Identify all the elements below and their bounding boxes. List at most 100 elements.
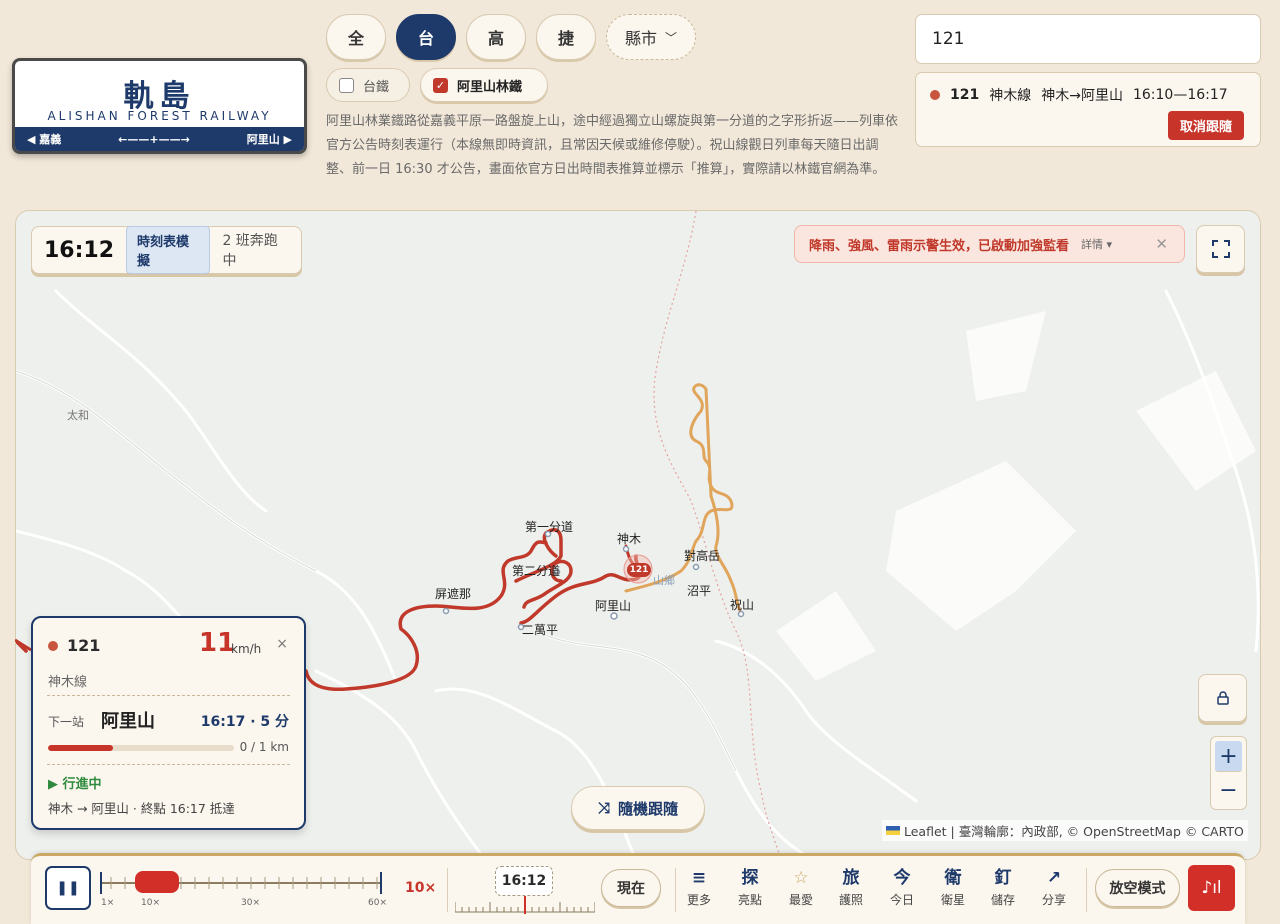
share-label: 分享	[1041, 893, 1066, 907]
current-time: 16:12	[44, 237, 115, 263]
progress-distance: 0 / 1 km	[239, 740, 289, 754]
train-dot-icon	[48, 640, 58, 651]
train-info-card: 121 11 km/h × 神木線 下一站 阿里山 16:17 · 5 分 0 …	[31, 616, 306, 830]
passport-button[interactable]: 旅 護照	[829, 867, 873, 908]
train-route-summary: 神木 → 阿里山 · 終點 16:17 抵達	[48, 801, 235, 816]
map-attribution: Leaflet | 臺灣輪廓：內政部, © OpenStreetMap © CA…	[882, 820, 1248, 841]
alert-details-button[interactable]: 詳情 ▾	[1081, 236, 1112, 252]
next-station-label: 下一站	[48, 715, 85, 729]
zoom-control: + −	[1210, 736, 1247, 810]
progress-fill	[48, 745, 114, 751]
next-station-name: 阿里山	[101, 711, 155, 732]
card-close-button[interactable]: ×	[276, 636, 288, 652]
share-icon: ↗	[1046, 868, 1062, 888]
alishan-checkbox-label: 阿里山林鐵	[457, 79, 523, 95]
save-label: 儲存	[990, 893, 1015, 907]
lock-button[interactable]	[1198, 674, 1247, 722]
tra-checkbox[interactable]: 台鐵	[326, 68, 410, 102]
more-button[interactable]: ≡ 更多	[677, 867, 721, 908]
fullscreen-button[interactable]	[1196, 225, 1245, 273]
logo-left-station: ◀ 嘉義	[27, 133, 62, 146]
music-icon: ♪ıl	[1201, 878, 1222, 898]
cancel-follow-button[interactable]: 取消跟隨	[1167, 111, 1244, 140]
speed-slider-thumb	[135, 871, 179, 893]
more-label: 更多	[686, 893, 711, 907]
zoom-out-button[interactable]: −	[1211, 772, 1246, 809]
map-label-shenmu: 神木	[617, 532, 642, 546]
train-dot-icon	[930, 90, 940, 100]
filter-all-button[interactable]: 全	[326, 14, 386, 60]
zoom-in-button[interactable]: +	[1215, 741, 1242, 772]
map-label-taihe: 太和	[67, 409, 89, 422]
random-follow-label: 隨機跟隨	[618, 799, 679, 818]
favorites-button[interactable]: ☆ 最愛	[779, 867, 823, 908]
chevron-down-icon: ﹀	[665, 30, 678, 45]
tracked-train-row[interactable]: 121 神木線 神木→阿里山 16:10—16:17	[930, 85, 1228, 105]
explore-icon: 探	[741, 868, 759, 888]
alert-text: 降雨、強風、雷雨示警生效，已啟動加強監看	[809, 238, 1070, 254]
tracked-train-no: 121	[950, 87, 980, 103]
ambient-mode-button[interactable]: 放空模式	[1095, 869, 1180, 907]
today-icon: 今	[893, 868, 911, 888]
favorites-label: 最愛	[788, 893, 813, 907]
card-train-no: 121	[67, 636, 101, 655]
tracked-time: 16:10—16:17	[1132, 87, 1228, 103]
attribution-text: Leaflet | 臺灣輪廓：內政部, © OpenStreetMap © CA…	[904, 824, 1244, 839]
app-logo: 軌島 ALISHAN FOREST RAILWAY ◀ 嘉義 ←——+——→ 阿…	[12, 58, 307, 154]
star-icon: ☆	[793, 868, 809, 888]
progress-bar	[48, 745, 234, 751]
logo-right-station: 阿里山 ▶	[246, 133, 292, 146]
train-marker-121[interactable]: 121	[627, 563, 651, 577]
today-button[interactable]: 今 今日	[880, 867, 924, 908]
satellite-label: 衛星	[940, 893, 965, 907]
filter-hsr-button[interactable]: 高	[466, 14, 526, 60]
weather-alert: 降雨、強風、雷雨示警生效，已啟動加強監看 詳情 ▾ ✕	[794, 225, 1185, 263]
speed-tick-60: 60×	[368, 898, 387, 908]
shuffle-icon: ⤨	[597, 799, 610, 817]
map-label-second-branch: 第二分道	[512, 564, 561, 578]
search-input[interactable]: 121	[915, 14, 1261, 64]
filter-tra-button[interactable]: 台	[396, 14, 456, 60]
map-label-duigaoyue: 對高岳	[684, 549, 721, 563]
next-station-eta: 16:17 · 5 分	[200, 714, 289, 730]
county-dropdown[interactable]: 縣市 ﹀	[606, 14, 696, 60]
speed-tick-1: 1×	[101, 898, 115, 908]
map-label-alishan: 阿里山	[595, 599, 632, 613]
share-button[interactable]: ↗ 分享	[1032, 867, 1076, 908]
filter-mrt-button[interactable]: 捷	[536, 14, 596, 60]
checkbox-icon	[339, 77, 354, 93]
music-button[interactable]: ♪ıl	[1188, 865, 1235, 911]
logo-subtitle: ALISHAN FOREST RAILWAY	[47, 109, 272, 123]
card-speed: 11	[199, 628, 236, 658]
satellite-icon: 衛	[944, 868, 962, 888]
today-label: 今日	[889, 893, 914, 907]
speed-tick-30: 30×	[241, 898, 260, 908]
travel-icon: 旅	[842, 868, 860, 888]
time-scrubber[interactable]	[455, 894, 595, 914]
pause-button[interactable]: ❚❚	[45, 866, 91, 910]
clock-panel: 16:12 時刻表模擬 2 班奔跑中	[31, 226, 302, 274]
now-button[interactable]: 現在	[601, 869, 661, 907]
pin-icon: 釘	[994, 868, 1012, 888]
time-scrubber-value: 16:12	[495, 866, 553, 896]
map-label-pingzhena: 屏遮那	[435, 587, 472, 601]
checkmark-icon: ✓	[433, 77, 448, 93]
card-divider	[47, 695, 290, 696]
card-speed-unit: km/h	[231, 642, 262, 656]
alishan-checkbox[interactable]: ✓ 阿里山林鐵	[420, 68, 548, 102]
divider	[1086, 868, 1087, 912]
alert-close-icon[interactable]: ✕	[1155, 235, 1168, 253]
map-label-first-branch: 第一分道	[525, 520, 574, 534]
save-button[interactable]: 釘 儲存	[981, 867, 1025, 908]
menu-icon: ≡	[691, 868, 707, 888]
random-follow-button[interactable]: ⤨ 隨機跟隨	[571, 786, 705, 830]
tra-checkbox-label: 台鐵	[363, 79, 390, 95]
map-label-erwanping: 二萬平	[522, 623, 559, 637]
bottom-toolbar: ❚❚ 1× 10× 30× 60× 10× 16:12 現在 ≡ 更多 探 亮點…	[31, 853, 1245, 924]
map-label-zhushan: 祝山	[730, 598, 755, 612]
satellite-button[interactable]: 衛 衛星	[931, 867, 975, 908]
fullscreen-icon	[1211, 240, 1230, 258]
line-description: 阿里山林業鐵路從嘉義平原一路盤旋上山，途中經過獨立山螺旋與第一分道的之字形折返—…	[326, 114, 899, 177]
highlights-button[interactable]: 探 亮點	[728, 867, 772, 908]
divider	[675, 868, 676, 912]
